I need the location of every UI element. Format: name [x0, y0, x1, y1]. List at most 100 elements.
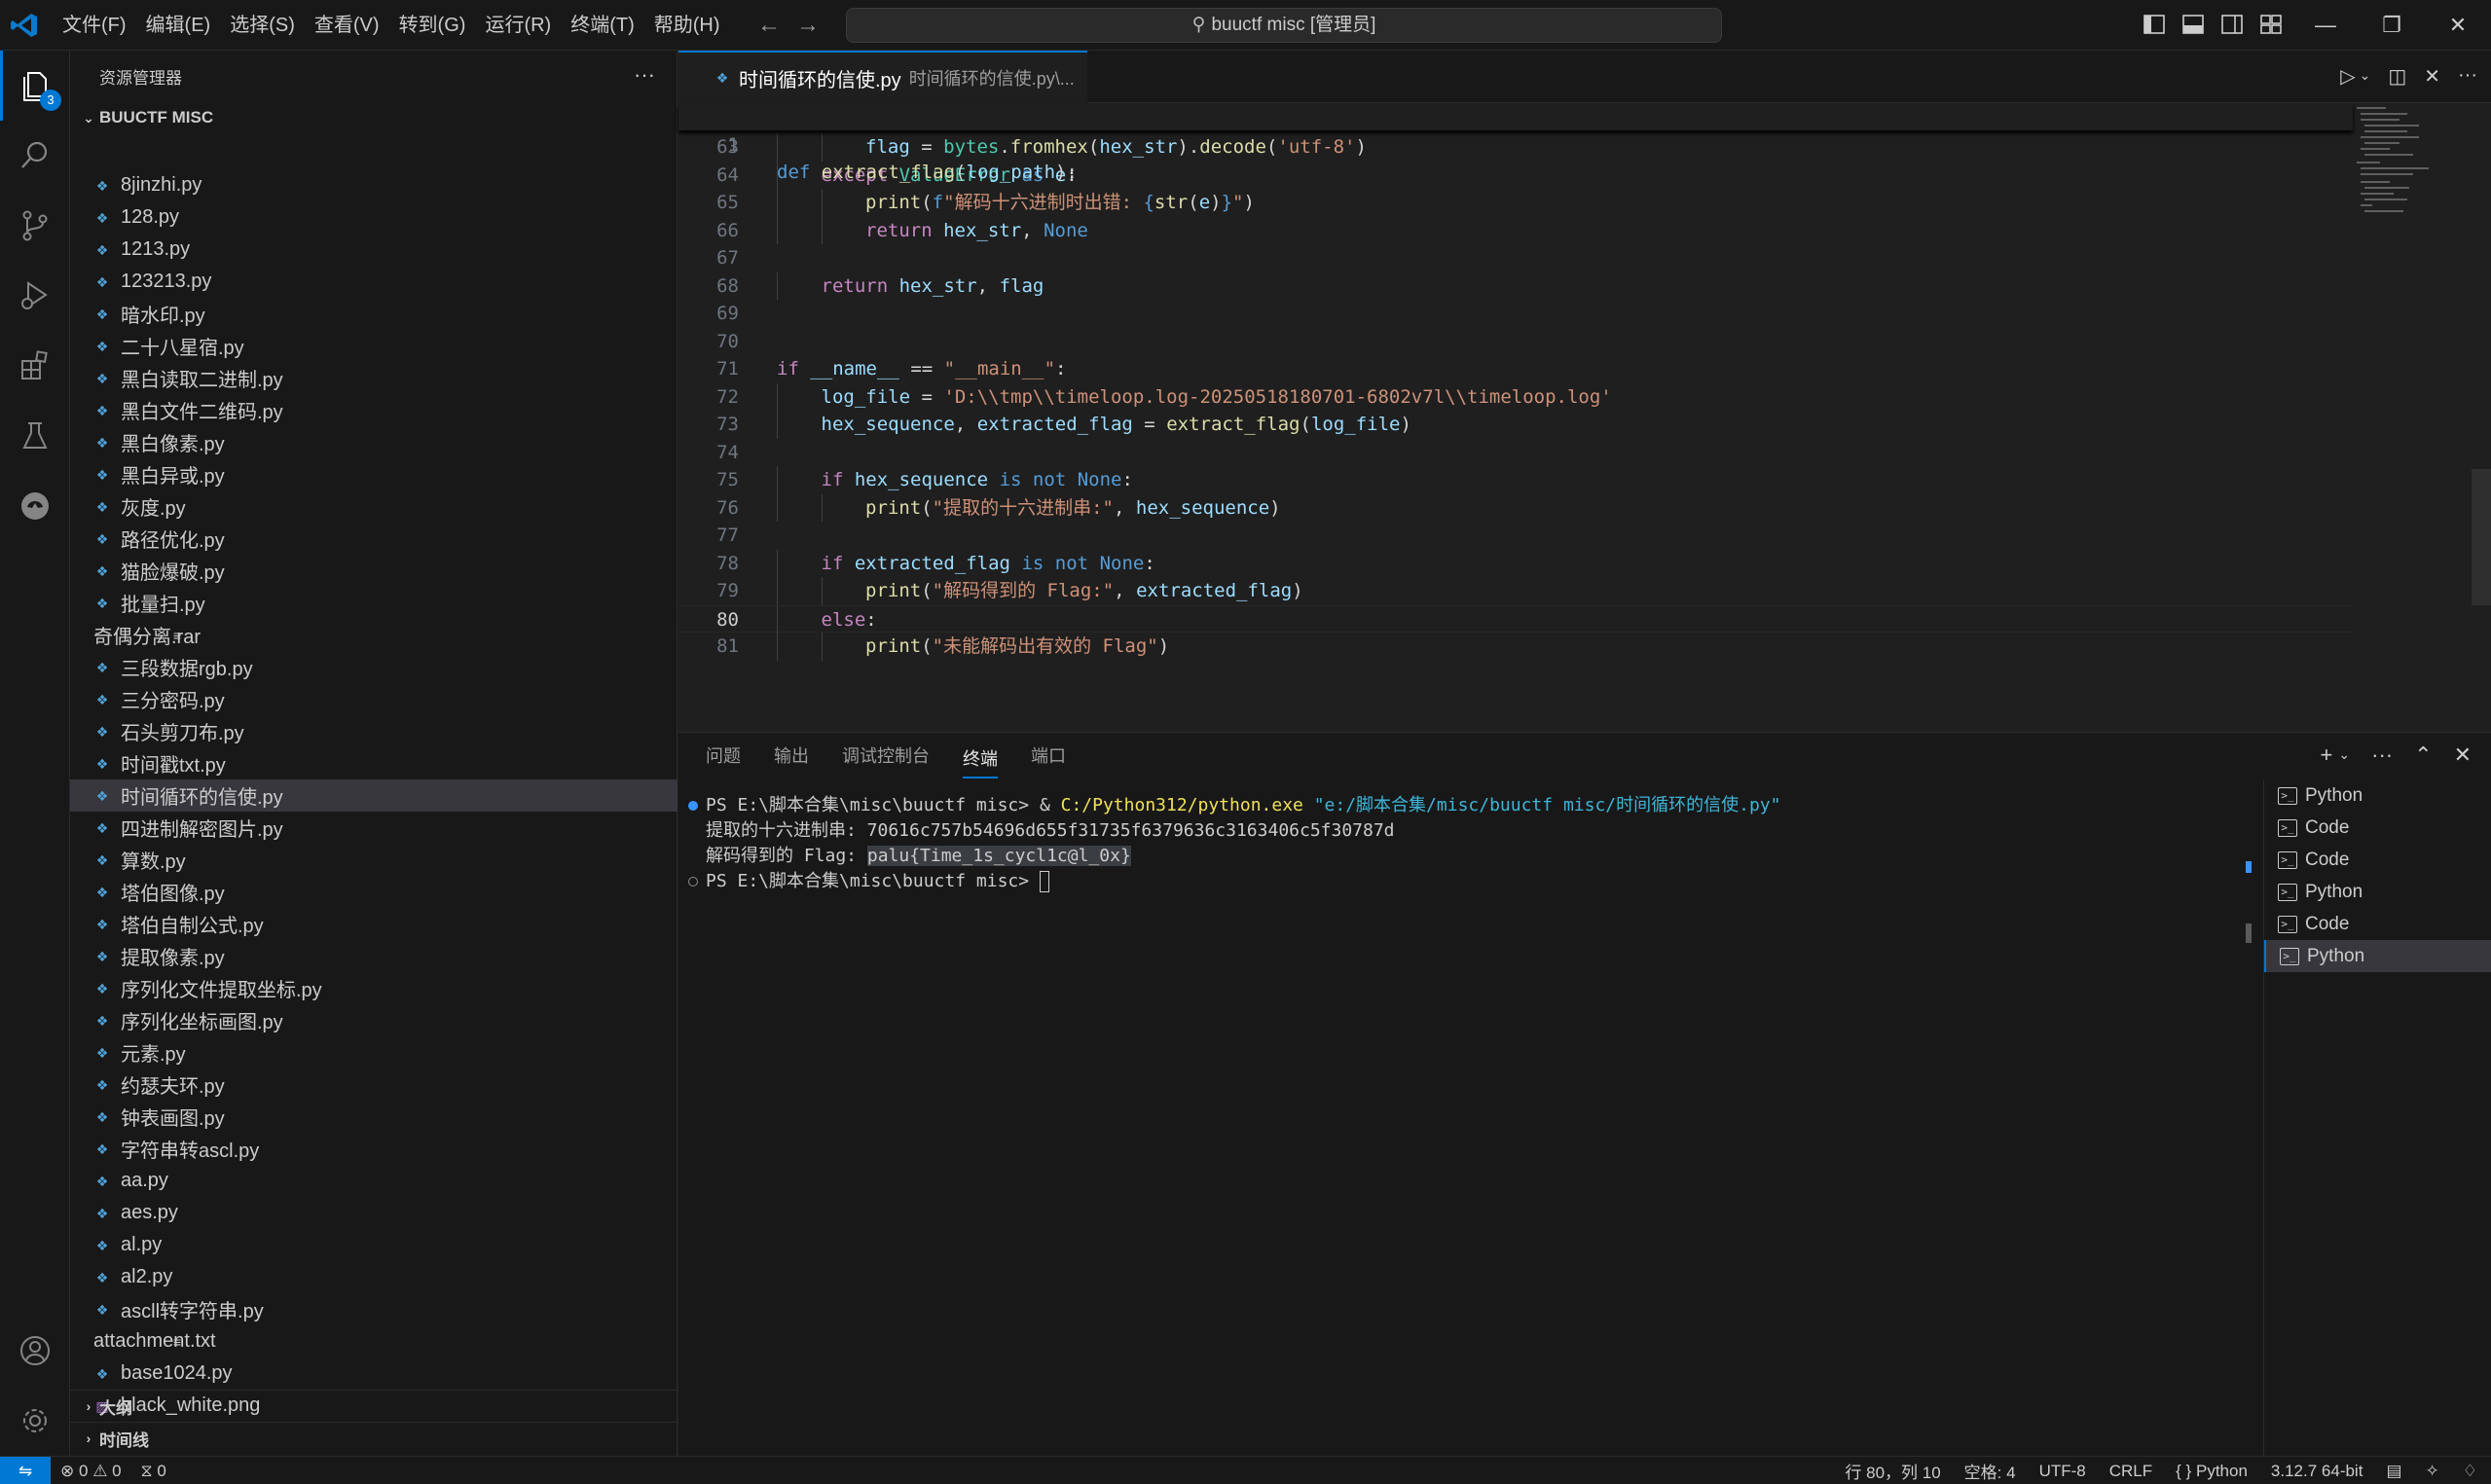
- customize-layout-icon[interactable]: [2258, 12, 2284, 37]
- menu-item[interactable]: 帮助(H): [644, 8, 730, 43]
- panel-tab[interactable]: 终端: [963, 740, 998, 778]
- timeline-section[interactable]: › 时间线: [70, 1422, 678, 1454]
- file-item[interactable]: ❖ 字符串转ascl.py: [70, 1133, 678, 1165]
- file-item[interactable]: ❖ 灰度.py: [70, 490, 678, 523]
- toggle-secondary-sidebar-icon[interactable]: [2219, 12, 2245, 37]
- panel-tab[interactable]: 调试控制台: [842, 733, 930, 779]
- file-item[interactable]: ❖ al.py: [70, 1229, 678, 1261]
- cursor-position[interactable]: 行 80，列 10: [1845, 1459, 1940, 1483]
- outline-section[interactable]: › 大纲: [70, 1390, 678, 1422]
- file-item[interactable]: ❖ 时间循环的信使.py: [70, 779, 678, 812]
- menu-item[interactable]: 终端(T): [561, 8, 644, 43]
- menu-item[interactable]: 运行(R): [475, 8, 561, 43]
- menu-item[interactable]: 选择(S): [220, 8, 305, 43]
- terminal-instance[interactable]: >_ Python: [2264, 940, 2491, 972]
- accounts-button[interactable]: [0, 1316, 70, 1386]
- restore-icon[interactable]: ❐: [2359, 0, 2425, 51]
- file-item[interactable]: ❖ 黑白异或.py: [70, 458, 678, 490]
- end-of-line[interactable]: CRLF: [2109, 1462, 2152, 1481]
- minimize-icon[interactable]: —: [2292, 0, 2359, 51]
- run-dropdown-chevron-icon[interactable]: ⌄: [2360, 64, 2371, 89]
- close-panel-icon[interactable]: ✕: [2454, 742, 2472, 768]
- file-item[interactable]: ❖ 塔伯自制公式.py: [70, 908, 678, 940]
- file-item[interactable]: ❖ ascll转字符串.py: [70, 1293, 678, 1325]
- language-mode[interactable]: { } Python: [2176, 1462, 2248, 1481]
- back-arrow-icon[interactable]: ←: [755, 12, 783, 39]
- remote-indicator-icon[interactable]: ⇋: [0, 1457, 51, 1484]
- menu-item[interactable]: 查看(V): [305, 8, 389, 43]
- terminal-instance[interactable]: >_ Python: [2264, 876, 2491, 908]
- panel-tab[interactable]: 端口: [1031, 733, 1066, 779]
- menu-item[interactable]: 转到(G): [389, 8, 476, 43]
- terminal-scrollbar[interactable]: [2246, 923, 2252, 943]
- code-editor[interactable]: 1 def extract_flag(log_path): 63 flag = b…: [678, 103, 2431, 732]
- file-item[interactable]: ❖ 8jinzhi.py: [70, 169, 678, 201]
- menu-item[interactable]: 编辑(E): [136, 8, 221, 43]
- file-item[interactable]: ❖ 黑白读取二进制.py: [70, 362, 678, 394]
- terminal-instance[interactable]: >_ Python: [2264, 779, 2491, 812]
- terminal-instance[interactable]: >_ Code: [2264, 844, 2491, 876]
- terminal-output[interactable]: PS E:\脚本合集\misc\buuctf misc> & C:/Python…: [678, 793, 2265, 1445]
- file-icon[interactable]: ▤: [2386, 1462, 2401, 1481]
- more-actions-icon[interactable]: ···: [634, 62, 655, 88]
- file-item[interactable]: ❖ 123213.py: [70, 266, 678, 298]
- file-item[interactable]: ❖ 提取像素.py: [70, 940, 678, 972]
- encoding[interactable]: UTF-8: [2039, 1462, 2086, 1481]
- file-item[interactable]: ❖ 时间戳txt.py: [70, 747, 678, 779]
- split-editor-icon[interactable]: ◫: [2388, 64, 2406, 89]
- terminal-instance[interactable]: >_ Code: [2264, 908, 2491, 940]
- sticky-scroll-header[interactable]: 1 def extract_flag(log_path):: [678, 103, 2353, 183]
- run-debug-button[interactable]: [0, 261, 70, 331]
- file-item[interactable]: ❖ al2.py: [70, 1261, 678, 1293]
- file-item[interactable]: ❖ 二十八星宿.py: [70, 330, 678, 362]
- file-item[interactable]: ❖ 钟表画图.py: [70, 1101, 678, 1133]
- file-item[interactable]: ❖ 约瑟夫环.py: [70, 1068, 678, 1101]
- extensions-button[interactable]: [0, 331, 70, 401]
- minimap[interactable]: [2355, 103, 2462, 220]
- editor-more-actions-icon[interactable]: ···: [2458, 64, 2477, 89]
- forward-arrow-icon[interactable]: →: [794, 12, 822, 39]
- toggle-panel-icon[interactable]: [2180, 12, 2206, 37]
- editor-tab-active[interactable]: ❖ 时间循环的信使.py 时间循环的信使.py\...: [678, 51, 1087, 103]
- file-item[interactable]: ❖ base1024.py: [70, 1357, 678, 1390]
- notifications-bell-icon[interactable]: ♢: [2463, 1462, 2477, 1481]
- toggle-primary-sidebar-icon[interactable]: [2142, 12, 2167, 37]
- file-item[interactable]: ❖ 元素.py: [70, 1036, 678, 1068]
- ports-indicator[interactable]: ⧖ 0: [141, 1462, 166, 1481]
- file-item[interactable]: ❖ 序列化文件提取坐标.py: [70, 972, 678, 1004]
- run-python-file-icon[interactable]: ▷: [2340, 64, 2355, 89]
- file-item[interactable]: ❖ 三段数据rgb.py: [70, 651, 678, 683]
- panel-tab[interactable]: 问题: [706, 733, 741, 779]
- file-item[interactable]: ❖ 塔伯图像.py: [70, 876, 678, 908]
- problems-indicator[interactable]: ⊗ 0 ⚠ 0: [60, 1462, 122, 1481]
- workspace-folder-header[interactable]: ⌄ BUUCTF MISC: [70, 101, 677, 134]
- remote-explorer-button[interactable]: [0, 471, 70, 541]
- file-item[interactable]: ❖ aes.py: [70, 1197, 678, 1229]
- file-item[interactable]: ❖ 路径优化.py: [70, 523, 678, 555]
- file-item[interactable]: ❖ 猫脸爆破.py: [70, 555, 678, 587]
- file-item[interactable]: ≡ attachment.txt: [70, 1325, 678, 1357]
- file-item[interactable]: ❖ 128.py: [70, 201, 678, 234]
- editor-scrollbar[interactable]: [2472, 469, 2491, 605]
- file-item[interactable]: ❖ 算数.py: [70, 844, 678, 876]
- source-control-button[interactable]: [0, 191, 70, 261]
- file-item[interactable]: ❖ 序列化坐标画图.py: [70, 1004, 678, 1036]
- menu-item[interactable]: 文件(F): [53, 8, 136, 43]
- close-editor-icon[interactable]: ✕: [2424, 64, 2440, 89]
- new-terminal-icon[interactable]: +: [2321, 742, 2333, 768]
- close-window-icon[interactable]: ✕: [2425, 0, 2491, 51]
- file-item[interactable]: ❖ 黑白文件二维码.py: [70, 394, 678, 426]
- file-item[interactable]: ❖ 石头剪刀布.py: [70, 715, 678, 747]
- file-item[interactable]: ❖ aa.py: [70, 1165, 678, 1197]
- explorer-button[interactable]: 3: [0, 51, 70, 121]
- file-item[interactable]: ❖ 三分密码.py: [70, 683, 678, 715]
- testing-button[interactable]: [0, 401, 70, 471]
- file-item[interactable]: ❖ 黑白像素.py: [70, 426, 678, 458]
- file-item[interactable]: ❖ 批量扫.py: [70, 587, 678, 619]
- command-center-search[interactable]: ⚲ buuctf misc [管理员]: [846, 8, 1722, 43]
- maximize-panel-icon[interactable]: ⌃: [2414, 742, 2432, 768]
- panel-tab[interactable]: 输出: [774, 733, 809, 779]
- file-item[interactable]: ≡ 奇偶分离.rar: [70, 619, 678, 651]
- python-interpreter[interactable]: 3.12.7 64-bit: [2271, 1462, 2363, 1481]
- search-view-button[interactable]: [0, 121, 70, 191]
